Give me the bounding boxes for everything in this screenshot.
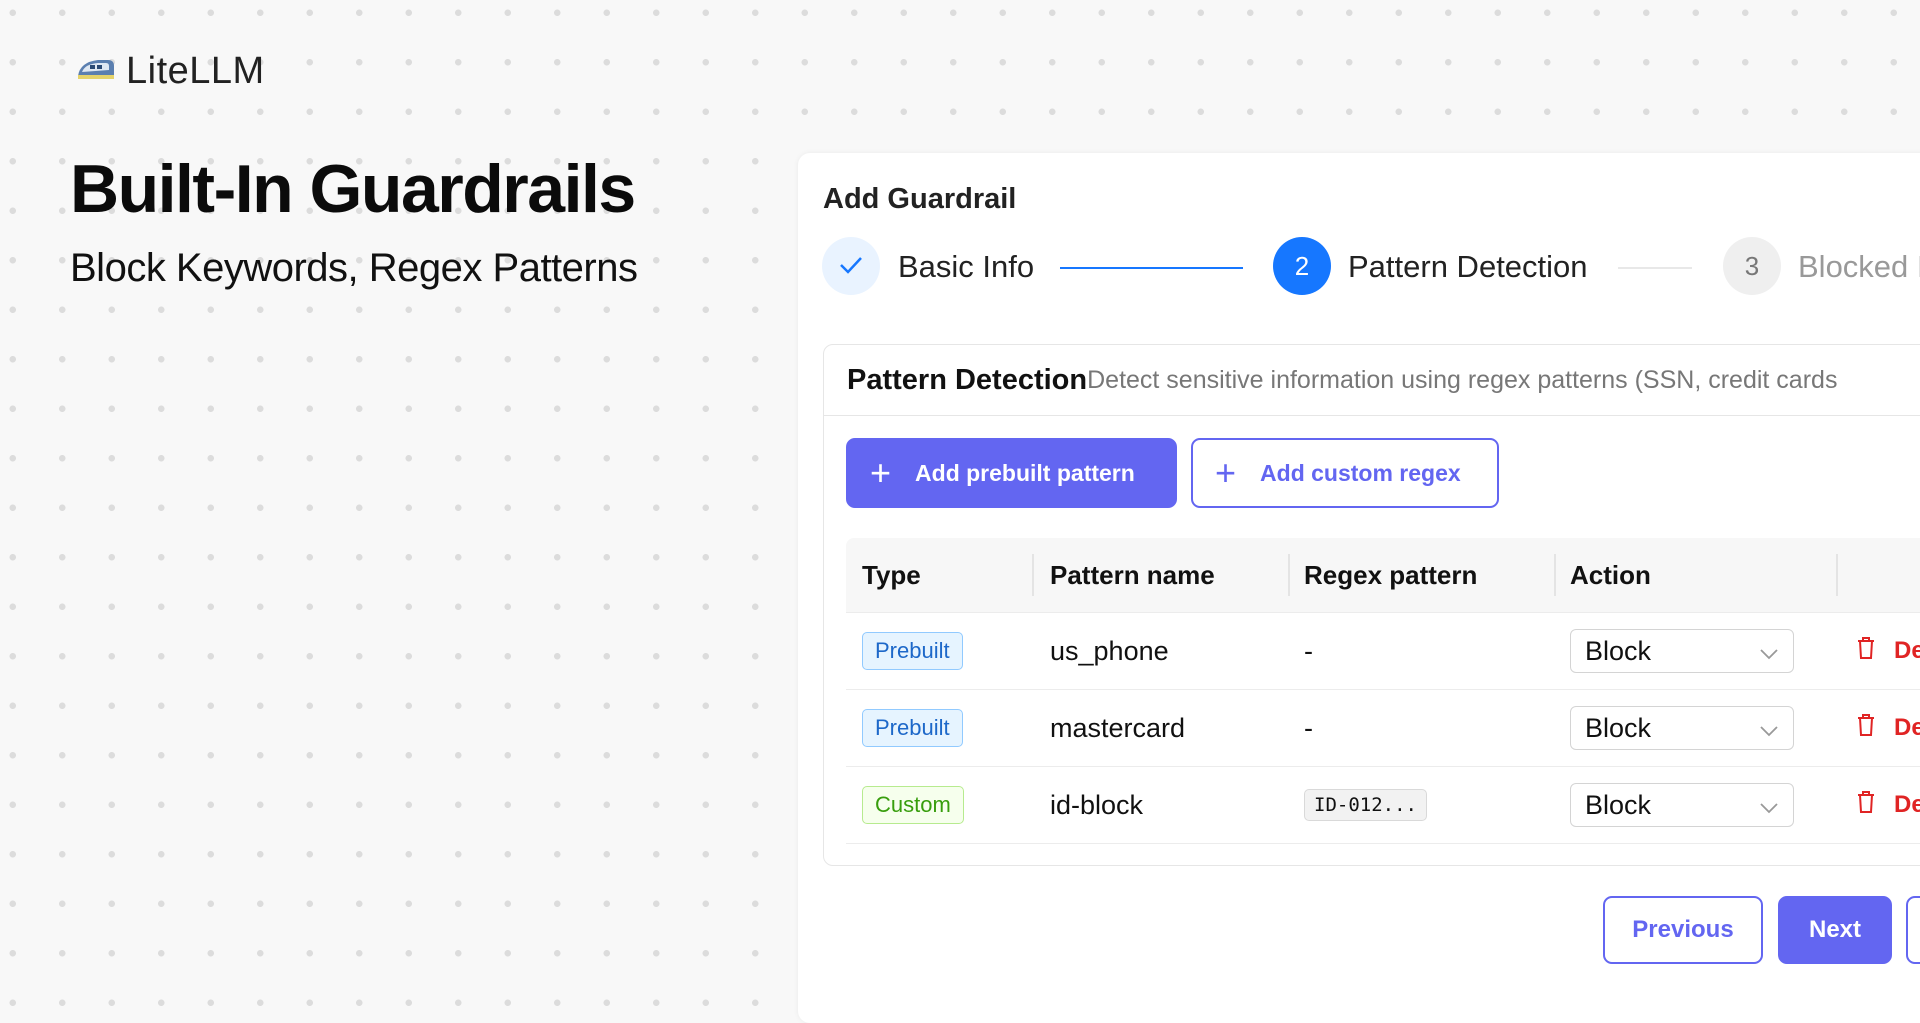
regex-pattern: - [1304,712,1313,743]
table-row: Prebuilt us_phone - Block Del [846,613,1920,690]
step-3-circle[interactable]: 3 [1723,237,1781,295]
action-value: Block [1585,712,1652,743]
pattern-name: mastercard [1050,712,1186,743]
card-header: Pattern Detection Detect sensitive infor… [824,345,1920,416]
step-2-label[interactable]: Pattern Detection [1348,249,1588,285]
hero-subtitle: Block Keywords, Regex Patterns [70,246,638,290]
trash-icon [1856,713,1876,744]
add-prebuilt-pattern-button[interactable]: + Add prebuilt pattern [846,438,1177,508]
add-custom-regex-button[interactable]: + Add custom regex [1191,438,1499,508]
regex-pattern: - [1304,635,1313,666]
add-custom-label: Add custom regex [1260,459,1461,486]
action-select[interactable]: Block [1570,783,1794,827]
trash-icon [1856,636,1876,667]
delete-button[interactable]: Del [1856,790,1920,821]
chevron-down-icon [1759,636,1779,667]
action-select[interactable]: Block [1570,706,1794,750]
chevron-down-icon [1759,790,1779,821]
pattern-detection-card: Pattern Detection Detect sensitive infor… [823,344,1920,866]
brand-logo: LiteLLM [76,50,265,93]
column-divider [1288,554,1290,596]
delete-button[interactable]: Del [1856,713,1920,744]
action-value: Block [1585,789,1652,820]
column-divider [1032,554,1034,596]
delete-label: Del [1894,791,1920,818]
step-connector-1 [1060,267,1243,269]
dialog-title: Add Guardrail [823,183,1017,215]
type-tag: Prebuilt [862,632,963,670]
plus-icon: + [870,452,892,493]
add-prebuilt-label: Add prebuilt pattern [915,459,1135,486]
type-tag: Custom [862,786,964,824]
cancel-button-partial[interactable] [1906,896,1920,964]
type-tag: Prebuilt [862,709,963,747]
column-divider [1554,554,1556,596]
add-guardrail-dialog: Add Guardrail Basic Info 2 Pattern Detec… [798,153,1920,1023]
delete-label: Del [1894,714,1920,741]
trash-icon [1856,790,1876,821]
action-value: Block [1585,635,1652,666]
column-header-type: Type [862,559,921,590]
table-header: Type Pattern name Regex pattern Action [846,538,1920,613]
step-1-label[interactable]: Basic Info [898,249,1034,285]
section-title: Pattern Detection [847,363,1088,396]
hero-title: Built-In Guardrails [70,151,636,227]
table-row: Prebuilt mastercard - Block Del [846,690,1920,767]
regex-pattern: ID-012... [1304,789,1427,821]
table-row: Custom id-block ID-012... Block Del [846,767,1920,844]
pattern-name: us_phone [1050,635,1169,666]
next-button[interactable]: Next [1778,896,1892,964]
step-3-label[interactable]: Blocked I [1798,249,1920,285]
step-2-circle[interactable]: 2 [1273,237,1331,295]
column-header-action: Action [1570,559,1651,590]
column-divider [1836,554,1838,596]
delete-label: Del [1894,637,1920,664]
delete-button[interactable]: Del [1856,636,1920,667]
section-description: Detect sensitive information using regex… [1087,365,1838,394]
brand-name: LiteLLM [126,50,265,92]
pattern-name: id-block [1050,789,1144,820]
step-connector-2 [1618,267,1692,269]
action-select[interactable]: Block [1570,629,1794,673]
chevron-down-icon [1759,713,1779,744]
step-1-circle[interactable] [822,237,880,295]
previous-button[interactable]: Previous [1603,896,1763,964]
check-icon [838,251,864,282]
bullet-train-icon [76,54,116,89]
plus-icon: + [1215,452,1237,493]
column-header-regex-pattern: Regex pattern [1304,559,1478,590]
column-header-pattern-name: Pattern name [1050,559,1215,590]
